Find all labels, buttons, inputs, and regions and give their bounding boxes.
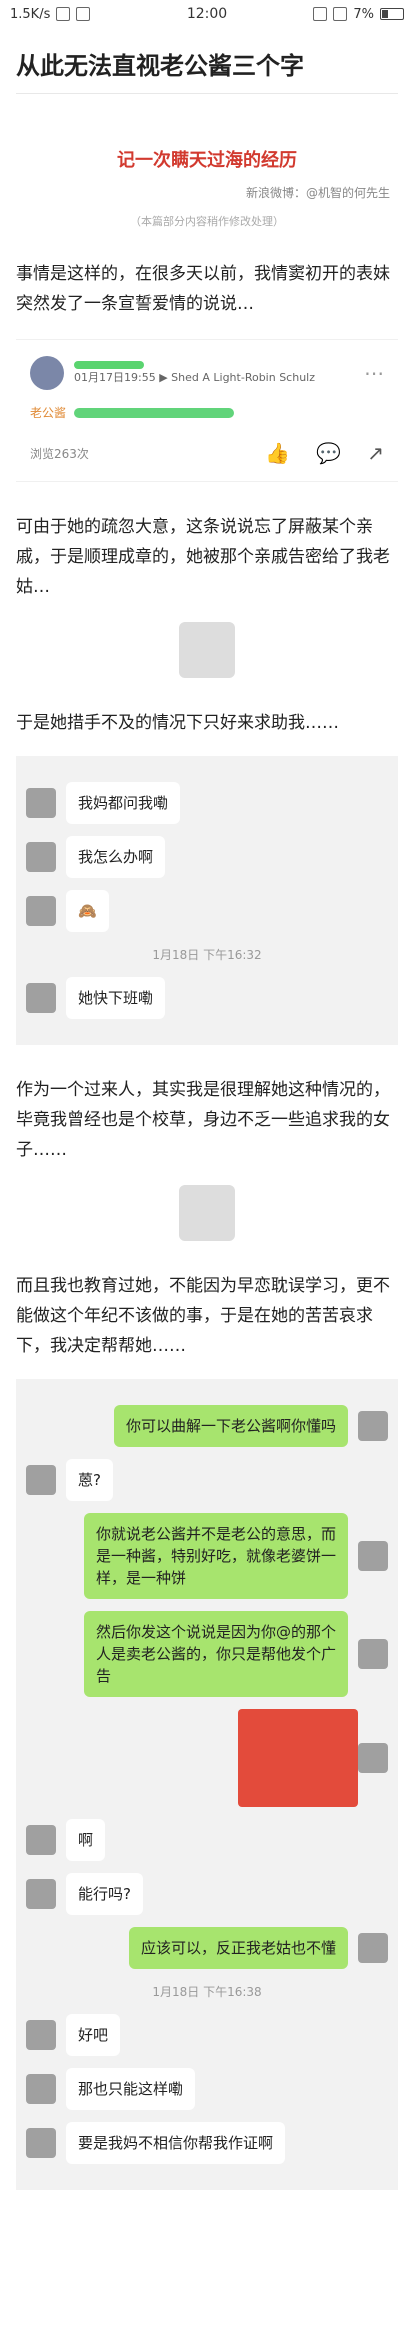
status-time: 12:00 xyxy=(186,6,228,22)
chat-row-right: 你就说老公酱并不是老公的意思，而是一种酱，特别好吃，就像老婆饼一样，是一种饼 xyxy=(26,1513,388,1599)
post-status-prefix: 老公酱 xyxy=(30,406,67,420)
chat-bubble: 我怎么办啊 xyxy=(66,836,166,878)
post-avatar[interactable] xyxy=(30,356,64,390)
chat-row-left: 好吧 xyxy=(26,2014,388,2056)
chat-row-left: 我妈都问我嘞 xyxy=(26,782,388,824)
avatar xyxy=(26,896,56,926)
chat-bubble: 你可以曲解一下老公酱啊你懂吗 xyxy=(113,1405,348,1447)
meme-image-2 xyxy=(179,1185,235,1241)
chat-row-left: 蒽? xyxy=(26,1459,388,1501)
avatar xyxy=(358,1933,388,1963)
avatar xyxy=(358,1541,388,1571)
avatar xyxy=(26,842,56,872)
more-icon[interactable]: ⋯ xyxy=(364,361,384,385)
post-footer: 浏览263次 👍 💬 ↗ xyxy=(30,441,384,465)
chat-bubble: 应该可以，反正我老姑也不懂 xyxy=(128,1927,348,1969)
chat-row-left: 啊 xyxy=(26,1819,388,1861)
avatar xyxy=(26,788,56,818)
chat-row-right: 应该可以，反正我老姑也不懂 xyxy=(26,1927,388,1969)
chat-bubble: 蒽? xyxy=(66,1459,113,1501)
chat-row-left: 🙈 xyxy=(26,890,388,932)
title-divider xyxy=(16,93,398,94)
banner-note: （本篇部分内容稍作修改处理） xyxy=(130,215,284,228)
paragraph-1: 事情是这样的，在很多天以前，我情窦初开的表妹突然发了一条宣誓爱情的说说… xyxy=(16,264,390,314)
banner-source: 新浪微博：@机智的何先生 xyxy=(245,186,390,200)
chat-bubble: 然后你发这个说说是因为你@的那个人是卖老公酱的，你只是帮他发个广告 xyxy=(84,1611,348,1697)
chat-bubble: 能行吗? xyxy=(66,1873,143,1915)
post-views: 浏览263次 xyxy=(30,446,89,461)
paragraph-5: 而且我也教育过她，不能因为早恋耽误学习，更不能做这个年纪不该做的事，于是在她的苦… xyxy=(16,1276,390,1356)
avatar xyxy=(358,1411,388,1441)
avatar xyxy=(26,1879,56,1909)
paragraph-3: 于是她措手不及的情况下只好来求助我…… xyxy=(16,713,339,733)
chat-bubble: 🙈 xyxy=(66,890,109,932)
chat-row-right: 然后你发这个说说是因为你@的那个人是卖老公酱的，你只是帮他发个广告 xyxy=(26,1611,388,1697)
chat-bubble: 你就说老公酱并不是老公的意思，而是一种酱，特别好吃，就像老婆饼一样，是一种饼 xyxy=(84,1513,348,1599)
post-status-mask xyxy=(74,407,235,418)
avatar xyxy=(26,2020,56,2050)
chat-bubble: 好吧 xyxy=(66,2014,121,2056)
chat-bubble: 那也只能这样嘞 xyxy=(66,2068,196,2110)
like-icon[interactable]: 👍 xyxy=(265,441,290,465)
comment-icon[interactable]: 💬 xyxy=(316,441,341,465)
post-header: 01月17日19:55 ▶ Shed A Light-Robin Schulz … xyxy=(30,356,384,390)
avatar xyxy=(26,2074,56,2104)
status-bar: 1.5K/s 12:00 7% xyxy=(0,0,414,28)
banner: 记一次瞒天过海的经历 新浪微博：@机智的何先生 （本篇部分内容稍作修改处理） xyxy=(16,146,398,229)
chat-bubble: 我妈都问我嘞 xyxy=(66,782,181,824)
avatar xyxy=(358,1639,388,1669)
post-name-mask xyxy=(74,361,144,369)
banner-title: 记一次瞒天过海的经历 xyxy=(117,150,297,171)
sticker-image xyxy=(238,1709,358,1807)
chat-row-left: 我怎么办啊 xyxy=(26,836,388,878)
avatar xyxy=(358,1743,388,1773)
share-icon[interactable]: ↗ xyxy=(367,441,384,465)
chat-bubble: 啊 xyxy=(66,1819,106,1861)
post-actions: 👍 💬 ↗ xyxy=(265,441,384,465)
paragraph-2: 可由于她的疏忽大意，这条说说忘了屏蔽某个亲戚，于是顺理成章的，她被那个亲戚告密给… xyxy=(16,517,390,597)
post-status: 老公酱 xyxy=(30,404,384,421)
post-song: Shed A Light-Robin Schulz xyxy=(171,371,316,384)
avatar xyxy=(26,1825,56,1855)
post-meta: 01月17日19:55 ▶ Shed A Light-Robin Schulz xyxy=(74,369,315,385)
avatar xyxy=(26,1465,56,1495)
chat-screenshot-2: 你可以曲解一下老公酱啊你懂吗 蒽? 你就说老公酱并不是老公的意思，而是一种酱，特… xyxy=(16,1379,398,2190)
music-icon: ▶ xyxy=(159,371,168,384)
article-title: 从此无法直视老公酱三个字 xyxy=(16,52,304,80)
chat-row-left: 她快下班嘞 xyxy=(26,977,388,1019)
chat-time: 1月18日 下午16:38 xyxy=(152,1985,262,1999)
avatar xyxy=(26,983,56,1013)
chat-bubble: 她快下班嘞 xyxy=(66,977,166,1019)
avatar xyxy=(26,2128,56,2158)
battery-icon xyxy=(380,8,404,20)
chat-row-right xyxy=(26,1709,388,1807)
chat-screenshot-1: 我妈都问我嘞 我怎么办啊 🙈 1月18日 下午16:32 她快下班嘞 xyxy=(16,756,398,1045)
post-date: 01月17日19:55 xyxy=(74,371,156,384)
chat-row-left: 要是我妈不相信你帮我作证啊 xyxy=(26,2122,388,2164)
chat-row-left: 能行吗? xyxy=(26,1873,388,1915)
chat-row-left: 那也只能这样嘞 xyxy=(26,2068,388,2110)
meme-image-1 xyxy=(179,622,235,678)
paragraph-4: 作为一个过来人，其实我是很理解她这种情况的，毕竟我曾经也是个校草，身边不乏一些追… xyxy=(16,1080,390,1160)
weibo-post-card[interactable]: 01月17日19:55 ▶ Shed A Light-Robin Schulz … xyxy=(16,339,398,482)
chat-time: 1月18日 下午16:32 xyxy=(152,948,262,962)
chat-row-right: 你可以曲解一下老公酱啊你懂吗 xyxy=(26,1405,388,1447)
chat-bubble: 要是我妈不相信你帮我作证啊 xyxy=(66,2122,286,2164)
